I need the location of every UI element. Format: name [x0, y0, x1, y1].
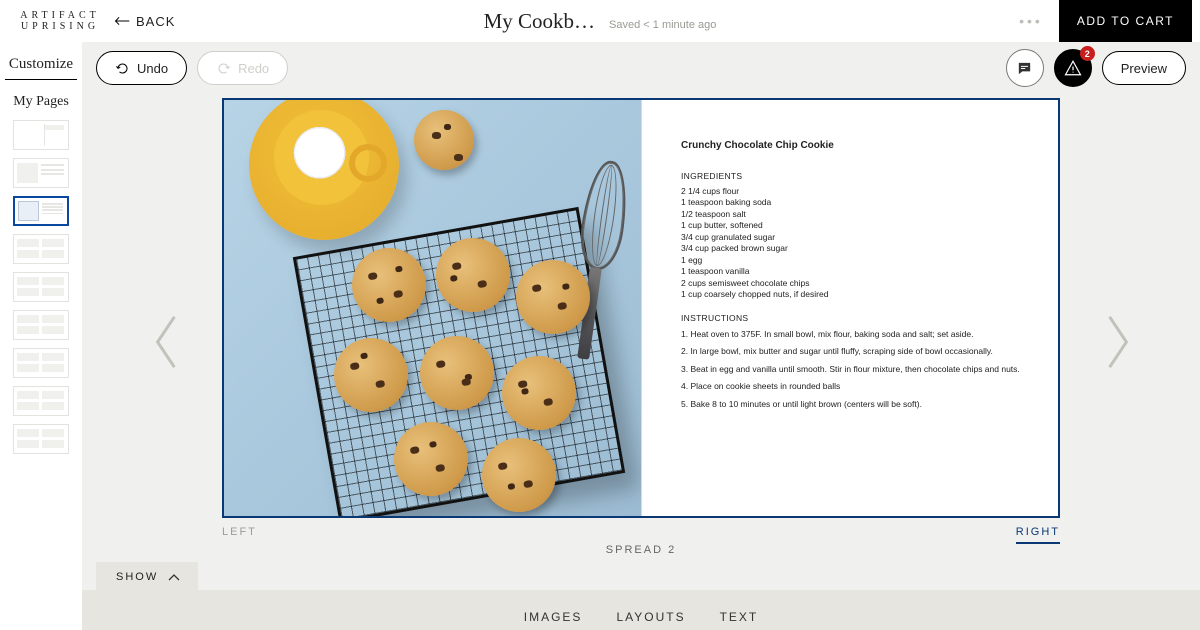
toolbar: Undo Redo 2 Preview [82, 42, 1200, 94]
book-title[interactable]: My Cookb… [484, 9, 595, 34]
brand-line1: ARTIFACT [16, 10, 104, 22]
ingredient-line[interactable]: 3/4 cup packed brown sugar [681, 243, 1026, 254]
brand-logo: ARTIFACT UPRISING [8, 10, 108, 33]
tray-toggle-label: SHOW [116, 571, 158, 583]
tray-tabs: IMAGES LAYOUTS TEXT [524, 610, 758, 624]
preview-button[interactable]: Preview [1102, 51, 1186, 85]
instruction-line[interactable]: 4. Place on cookie sheets in rounded bal… [681, 381, 1026, 392]
undo-label: Undo [137, 61, 168, 76]
chat-icon [1016, 60, 1033, 77]
comments-button[interactable] [1006, 49, 1044, 87]
next-spread-button[interactable] [1100, 312, 1136, 372]
app-header: ARTIFACT UPRISING BACK My Cookb… Saved <… [0, 0, 1200, 42]
editor-canvas: Crunchy Chocolate Chip Cookie INGREDIENT… [82, 94, 1200, 590]
page-thumbnail[interactable] [13, 120, 69, 150]
ingredient-line[interactable]: 1 teaspoon baking soda [681, 197, 1026, 208]
redo-button[interactable]: Redo [197, 51, 288, 85]
recipe-title[interactable]: Crunchy Chocolate Chip Cookie [681, 140, 1026, 151]
ingredient-line[interactable]: 1 egg [681, 255, 1026, 266]
sidebar-tab-customize[interactable]: Customize [5, 46, 77, 80]
ingredient-line[interactable]: 1 cup coarsely chopped nuts, if desired [681, 289, 1026, 300]
chevron-up-icon [168, 573, 180, 581]
page-side-labels: LEFT RIGHT [222, 526, 1060, 544]
instruction-line[interactable]: 1. Heat oven to 375F. In small bowl, mix… [681, 329, 1026, 340]
ingredient-line[interactable]: 1/2 teaspoon salt [681, 209, 1026, 220]
instruction-line[interactable]: 5. Bake 8 to 10 minutes or until light b… [681, 399, 1026, 410]
page-thumbnail[interactable] [13, 348, 69, 378]
redo-label: Redo [238, 61, 269, 76]
preview-label: Preview [1121, 61, 1167, 76]
right-page-label[interactable]: RIGHT [1016, 526, 1060, 544]
left-page-label[interactable]: LEFT [222, 526, 257, 544]
page-thumbnail[interactable] [13, 386, 69, 416]
ingredient-line[interactable]: 3/4 cup granulated sugar [681, 232, 1026, 243]
brand-line2: UPRISING [16, 21, 104, 33]
page-thumbnail[interactable] [13, 424, 69, 454]
alerts-button[interactable]: 2 [1054, 49, 1092, 87]
alert-badge: 2 [1080, 46, 1095, 61]
instruction-line[interactable]: 2. In large bowl, mix butter and sugar u… [681, 346, 1026, 357]
ingredient-line[interactable]: 1 teaspoon vanilla [681, 266, 1026, 277]
sidebar: Customize My Pages [0, 42, 82, 630]
saved-status: Saved < 1 minute ago [609, 19, 716, 31]
prev-spread-button[interactable] [148, 312, 184, 372]
page-thumbnail[interactable] [13, 310, 69, 340]
page-thumbnail[interactable] [13, 158, 69, 188]
chevron-left-icon [148, 312, 184, 372]
sidebar-section-heading: My Pages [13, 94, 69, 110]
redo-icon [216, 61, 231, 76]
instructions-heading: INSTRUCTIONS [681, 313, 1026, 323]
back-label: BACK [136, 14, 175, 29]
book-spread[interactable]: Crunchy Chocolate Chip Cookie INGREDIENT… [222, 98, 1060, 518]
tray-toggle-button[interactable]: SHOW [96, 562, 198, 592]
alert-triangle-icon [1064, 59, 1082, 77]
title-area: My Cookb… Saved < 1 minute ago [484, 9, 717, 34]
page-thumbnail[interactable] [13, 196, 69, 226]
page-right[interactable]: Crunchy Chocolate Chip Cookie INGREDIENT… [641, 100, 1058, 516]
page-thumbnails [0, 120, 82, 454]
ingredient-line[interactable]: 2 1/4 cups flour [681, 186, 1026, 197]
add-to-cart-button[interactable]: ADD TO CART [1059, 0, 1192, 42]
page-left[interactable] [224, 100, 641, 516]
more-menu-button[interactable]: ••• [1013, 13, 1049, 29]
chevron-right-icon [1100, 312, 1136, 372]
undo-button[interactable]: Undo [96, 51, 187, 85]
page-thumbnail[interactable] [13, 272, 69, 302]
back-button[interactable]: BACK [114, 14, 175, 29]
tray-tab[interactable]: IMAGES [524, 610, 583, 624]
tray-tab[interactable]: TEXT [720, 610, 759, 624]
asset-tray: SHOW IMAGESLAYOUTSTEXT [82, 590, 1200, 630]
photo-cookie [414, 110, 474, 170]
page-thumbnail[interactable] [13, 234, 69, 264]
ingredient-line[interactable]: 2 cups semisweet chocolate chips [681, 278, 1026, 289]
ingredients-list[interactable]: 2 1/4 cups flour1 teaspoon baking soda1/… [681, 186, 1026, 301]
photo-cup [274, 110, 369, 205]
instruction-line[interactable]: 3. Beat in egg and vanilla until smooth.… [681, 364, 1026, 375]
instructions-list[interactable]: 1. Heat oven to 375F. In small bowl, mix… [681, 329, 1026, 410]
ingredient-line[interactable]: 1 cup butter, softened [681, 220, 1026, 231]
spread-number-label: SPREAD 2 [606, 544, 676, 556]
tray-tab[interactable]: LAYOUTS [616, 610, 685, 624]
undo-icon [115, 61, 130, 76]
ingredients-heading: INGREDIENTS [681, 171, 1026, 181]
arrow-left-icon [114, 16, 130, 26]
